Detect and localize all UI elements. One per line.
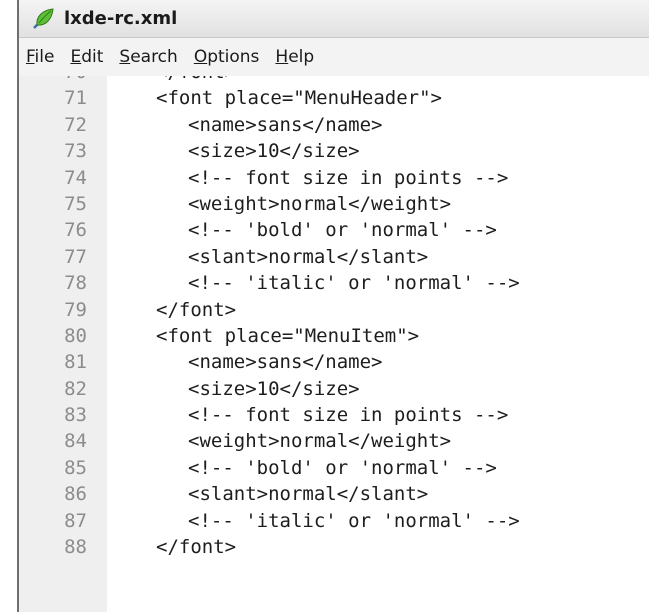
line-text: <weight>normal</weight> [188, 192, 452, 215]
line-number: 82 [64, 377, 87, 400]
line-number: 70 [19, 76, 87, 85]
line-number: 86 [64, 483, 87, 506]
line-number: 78 [64, 272, 87, 295]
code-line[interactable]: 81 <name>sans</name> [19, 349, 649, 375]
line-text: <!-- 'bold' or 'normal' --> [188, 219, 497, 242]
menu-options[interactable]: Options [186, 47, 268, 67]
code-line[interactable]: 78 <!-- 'italic' or 'normal' --> [19, 270, 649, 296]
menu-help[interactable]: Help [267, 47, 322, 67]
code-line[interactable]: 76 <!-- 'bold' or 'normal' --> [19, 217, 649, 243]
line-number: 73 [64, 140, 87, 163]
menu-label: dit [81, 47, 104, 67]
text-area[interactable]: 70 </font> 71 <font place="MenuHeader"> 72 <n… [19, 76, 649, 560]
code-line[interactable]: 75 <weight>normal</weight> [19, 191, 649, 217]
line-text: </font> [156, 536, 237, 559]
code-line[interactable]: 77 <slant>normal</slant> [19, 244, 649, 270]
menu-mnemonic: E [70, 47, 82, 67]
line-number: 77 [64, 245, 87, 268]
code-line[interactable]: 83 <!-- font size in points --> [19, 402, 649, 428]
line-number: 81 [64, 351, 87, 374]
leafpad-icon [31, 7, 55, 31]
line-number: 74 [64, 166, 87, 189]
line-number: 71 [64, 87, 87, 110]
line-text: <size>10</size> [188, 377, 360, 400]
window-title: lxde-rc.xml [64, 8, 178, 29]
line-text: <name>sans</name> [188, 113, 383, 136]
code-line[interactable]: 84 <weight>normal</weight> [19, 428, 649, 454]
line-text: <!-- 'italic' or 'normal' --> [188, 272, 520, 295]
code-line[interactable]: 70 </font> [19, 76, 649, 85]
editor-window: lxde-rc.xml FileEditSearchOptionsHelp 70… [0, 0, 649, 612]
line-text: <!-- 'bold' or 'normal' --> [188, 456, 497, 479]
line-number: 88 [64, 536, 87, 559]
line-number: 84 [64, 430, 87, 453]
menu-mnemonic: H [275, 47, 289, 67]
line-number: 87 [64, 509, 87, 532]
code-line[interactable]: 80 <font place="MenuItem"> [19, 323, 649, 349]
menu-search[interactable]: Search [111, 47, 185, 67]
code-line[interactable]: 87 <!-- 'italic' or 'normal' --> [19, 508, 649, 534]
code-line[interactable]: 79 </font> [19, 297, 649, 323]
code-line[interactable]: 86 <slant>normal</slant> [19, 481, 649, 507]
line-number: 80 [64, 324, 87, 347]
line-number: 85 [64, 456, 87, 479]
line-text: <size>10</size> [188, 140, 360, 163]
line-number: 72 [64, 113, 87, 136]
code-line[interactable]: 85 <!-- 'bold' or 'normal' --> [19, 455, 649, 481]
line-number: 76 [64, 219, 87, 242]
line-text: <font place="MenuItem"> [156, 324, 420, 347]
line-number: 83 [64, 404, 87, 427]
text-editor[interactable]: 70 </font> 71 <font place="MenuHeader"> 72 <n… [19, 76, 649, 612]
menu-file[interactable]: File [26, 47, 62, 67]
menu-mnemonic: F [26, 47, 35, 67]
menu-edit[interactable]: Edit [62, 47, 111, 67]
menu-label: elp [288, 47, 315, 67]
line-text: <name>sans</name> [188, 351, 383, 374]
menu-bar: File Edit Search Options Help [19, 38, 649, 76]
code-line[interactable]: 73 <size>10</size> [19, 138, 649, 164]
line-text: <weight>normal</weight> [188, 430, 452, 453]
code-line[interactable]: 72 <name>sans</name> [19, 112, 649, 138]
desktop-strip [0, 0, 17, 612]
line-text: <!-- 'italic' or 'normal' --> [188, 509, 520, 532]
line-text: <!-- font size in points --> [188, 166, 509, 189]
menu-label: ile [34, 47, 55, 67]
code-line[interactable]: 71 <font place="MenuHeader"> [19, 85, 649, 111]
menu-mnemonic: O [193, 47, 208, 67]
code-line[interactable]: 82 <size>10</size> [19, 376, 649, 402]
line-text: <font place="MenuHeader"> [156, 87, 442, 110]
line-text: <!-- font size in points --> [188, 404, 509, 427]
menu-label: earch [130, 47, 178, 67]
line-text: <slant>normal</slant> [188, 245, 429, 268]
line-text: </font> [156, 298, 237, 321]
line-text: </font> [156, 76, 236, 85]
code-line[interactable]: 74 <!-- font size in points --> [19, 165, 649, 191]
line-text: <slant>normal</slant> [188, 483, 429, 506]
line-number: 79 [64, 298, 87, 321]
code-line[interactable]: 88 </font> [19, 534, 649, 560]
line-number: 75 [64, 192, 87, 215]
menu-mnemonic: S [119, 47, 131, 67]
title-bar[interactable]: lxde-rc.xml [19, 0, 649, 38]
menu-label: ptions [207, 47, 260, 67]
